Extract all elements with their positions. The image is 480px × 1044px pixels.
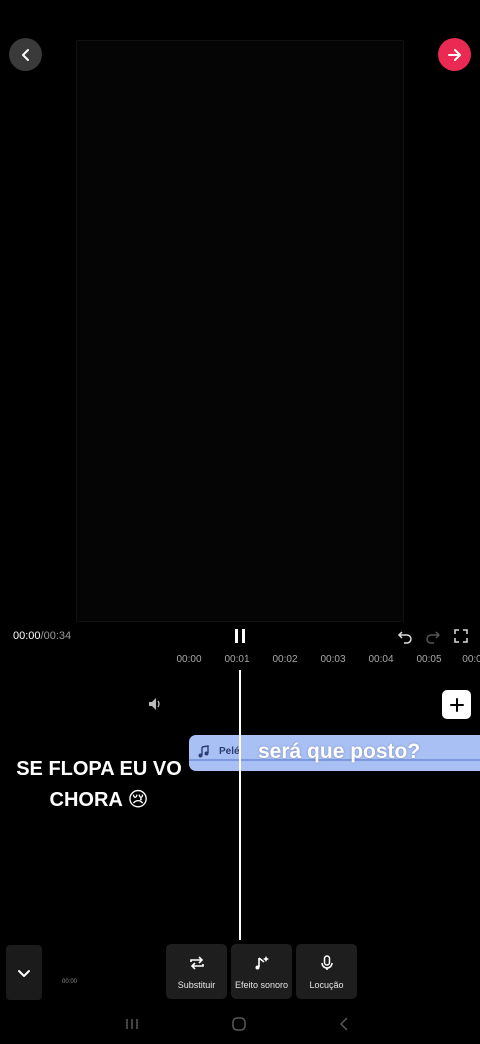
undo-button[interactable] — [397, 628, 413, 644]
playhead[interactable] — [239, 670, 241, 940]
fullscreen-button[interactable] — [453, 628, 469, 644]
caption-text[interactable]: será que posto? — [258, 740, 420, 764]
ruler-tick: 00:05 — [416, 654, 442, 665]
back-nav-icon[interactable] — [337, 1016, 353, 1032]
ruler-tick: 00:03 — [320, 654, 346, 665]
replace-icon — [189, 956, 204, 970]
recent-apps-icon[interactable] — [124, 1016, 140, 1032]
arrow-right-icon — [447, 48, 461, 61]
replace-button[interactable]: Substituir — [166, 944, 227, 999]
ruler-tick: 00:0 — [462, 654, 480, 665]
home-icon[interactable] — [231, 1016, 247, 1032]
current-time: 00:00 — [13, 630, 41, 642]
volume-icon — [149, 698, 160, 710]
undo-icon — [397, 631, 412, 644]
fullscreen-icon — [454, 629, 468, 643]
audio-clip-name: Pelé — [219, 746, 240, 757]
overlay-text-line: CHORA 😢 — [49, 789, 149, 811]
collapse-button[interactable] — [6, 945, 42, 1000]
overlay-text-line: SE FLOPA EU VO — [16, 758, 182, 780]
volume-button[interactable] — [146, 695, 164, 713]
video-preview[interactable] — [76, 40, 404, 622]
pause-button[interactable] — [230, 626, 250, 646]
pause-icon — [235, 629, 245, 643]
time-ruler[interactable]: 00:00 00:01 00:02 00:03 00:04 00:05 00:0 — [0, 652, 480, 670]
back-button[interactable] — [9, 38, 42, 71]
sound-effect-button[interactable]: Efeito sonoro — [231, 944, 292, 999]
plus-icon — [449, 697, 464, 712]
redo-icon — [426, 631, 441, 644]
voiceover-button[interactable]: Locução — [296, 944, 357, 999]
chevron-down-icon — [18, 969, 30, 977]
time-readout: 00:00/00:34 — [13, 630, 71, 642]
total-time: 00:34 — [43, 630, 72, 642]
overlay-text[interactable]: SE FLOPA EU VO CHORA 😢 — [10, 754, 188, 816]
next-button[interactable] — [438, 38, 471, 71]
voiceover-label: Locução — [309, 980, 344, 990]
system-nav-bar — [0, 1006, 480, 1044]
ruler-tick: 00:01 — [224, 654, 250, 665]
add-clip-button[interactable] — [442, 690, 471, 719]
replace-label: Substituir — [177, 980, 216, 990]
music-note-icon — [198, 745, 209, 758]
chevron-left-icon — [21, 48, 29, 61]
ruler-tick: 00:04 — [368, 654, 394, 665]
ruler-tick: 00:00 — [176, 654, 202, 665]
sound-effect-icon — [255, 956, 269, 970]
microphone-icon — [320, 955, 333, 970]
ruler-tick: 00:02 — [272, 654, 298, 665]
redo-button[interactable] — [425, 628, 441, 644]
tiny-time-label: 00:00 — [62, 979, 78, 985]
sound-effect-label: Efeito sonoro — [234, 980, 289, 990]
